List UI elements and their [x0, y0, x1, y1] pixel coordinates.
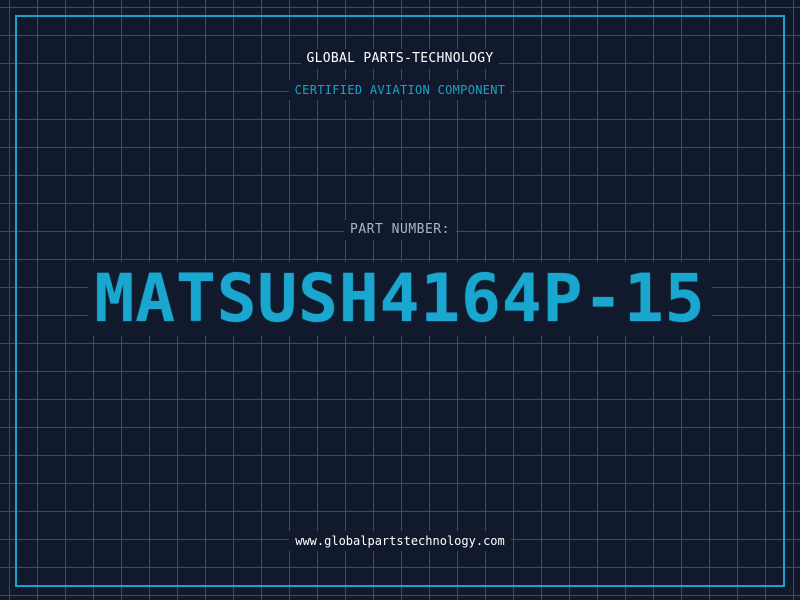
website-url-text: www.globalpartstechnology.com: [289, 531, 511, 551]
part-number-value: MATSUSH4164P-15: [88, 262, 712, 336]
certificate-canvas: GLOBAL PARTS-TECHNOLOGY CERTIFIED AVIATI…: [0, 0, 800, 600]
company-name: GLOBAL PARTS-TECHNOLOGY: [0, 49, 800, 69]
part-number-label-text: PART NUMBER:: [344, 220, 456, 240]
certification-subtitle: CERTIFIED AVIATION COMPONENT: [0, 80, 800, 100]
part-number-label: PART NUMBER:: [0, 220, 800, 240]
certification-subtitle-text: CERTIFIED AVIATION COMPONENT: [288, 80, 512, 100]
part-number-container: MATSUSH4164P-15: [0, 262, 800, 336]
website-url: www.globalpartstechnology.com: [0, 531, 800, 551]
company-name-text: GLOBAL PARTS-TECHNOLOGY: [300, 49, 500, 69]
